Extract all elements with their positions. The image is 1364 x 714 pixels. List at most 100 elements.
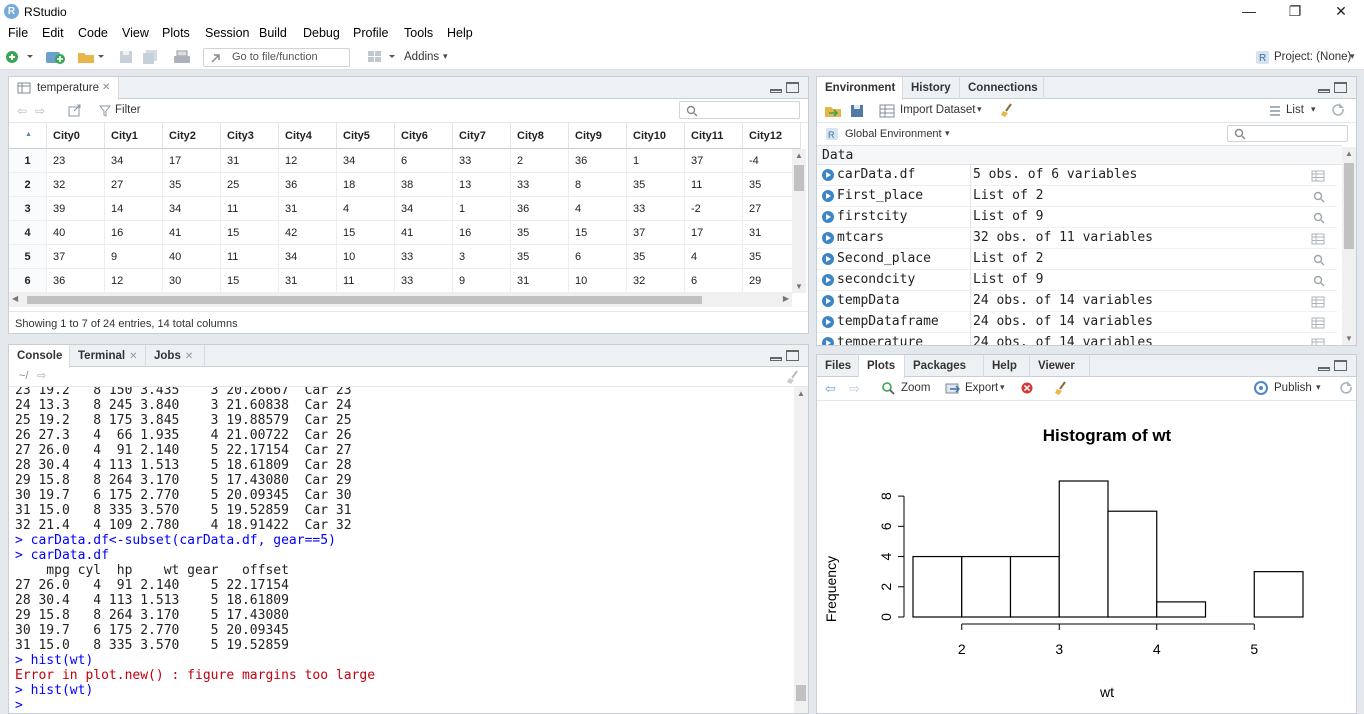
tab-help[interactable]: Help <box>984 355 1030 377</box>
close-tab-icon[interactable]: ✕ <box>102 77 110 99</box>
go-to-directory-icon[interactable]: ⇨ <box>37 369 46 382</box>
menu-debug[interactable]: Debug <box>303 26 340 40</box>
zoom-icon[interactable] <box>881 381 895 395</box>
menu-build[interactable]: Build <box>259 26 287 40</box>
column-header-city7[interactable]: City7 <box>453 123 511 149</box>
save-workspace-icon[interactable] <box>849 103 865 119</box>
list-view-icon[interactable] <box>1269 105 1281 117</box>
list-view-menu[interactable]: List <box>1286 104 1304 116</box>
data-search-input[interactable] <box>679 101 800 119</box>
menu-view[interactable]: View <box>122 26 149 40</box>
popout-icon[interactable] <box>67 104 83 118</box>
column-header-city12[interactable]: City12 <box>743 123 801 149</box>
menu-help[interactable]: Help <box>447 26 473 40</box>
env-item-firstcity[interactable]: firstcity List of 9 <box>817 207 1337 228</box>
refresh-plot-icon[interactable] <box>1335 380 1353 396</box>
save-all-icon[interactable] <box>142 49 160 65</box>
expand-arrow-icon[interactable] <box>822 253 834 265</box>
search-icon[interactable] <box>1313 275 1325 290</box>
env-item-tempdata[interactable]: tempData 24 obs. of 14 variables <box>817 291 1337 312</box>
export-icon[interactable] <box>945 381 961 395</box>
column-header-city10[interactable]: City10 <box>627 123 685 149</box>
import-dataset-icon[interactable] <box>879 103 895 119</box>
column-header-city3[interactable]: City3 <box>221 123 279 149</box>
project-chevron-down-icon[interactable]: ▾ <box>1350 51 1355 62</box>
refresh-icon[interactable] <box>1327 102 1349 118</box>
environment-search-input[interactable] <box>1227 125 1348 142</box>
publish-icon[interactable] <box>1254 381 1270 395</box>
env-item-second-place[interactable]: Second_place List of 2 <box>817 249 1337 270</box>
tab-files[interactable]: Files <box>817 355 859 377</box>
expand-arrow-icon[interactable] <box>822 295 834 307</box>
table-icon[interactable] <box>1311 170 1325 185</box>
column-header-city8[interactable]: City8 <box>511 123 569 149</box>
table-icon[interactable] <box>1311 296 1325 311</box>
source-minmax-icons[interactable] <box>770 82 800 94</box>
menu-file[interactable]: File <box>8 26 28 40</box>
menu-session[interactable]: Session <box>205 26 249 40</box>
clear-plots-broom-icon[interactable] <box>1053 380 1069 396</box>
tab-viewer[interactable]: Viewer <box>1030 355 1090 377</box>
table-icon[interactable] <box>1311 338 1325 345</box>
export-menu[interactable]: Export <box>965 382 998 394</box>
filter-icon[interactable] <box>99 105 111 117</box>
project-menu[interactable]: Project: (None) <box>1274 51 1351 63</box>
goto-file-function-input[interactable]: Go to file/function <box>203 48 350 67</box>
global-environment-menu[interactable]: Global Environment <box>845 128 942 140</box>
menu-edit[interactable]: Edit <box>42 26 64 40</box>
next-plot-icon[interactable]: ⇨ <box>849 381 860 397</box>
publish-menu[interactable]: Publish <box>1274 382 1312 394</box>
forward-arrow-icon[interactable]: ⇨ <box>35 104 45 118</box>
tab-packages[interactable]: Packages <box>905 355 984 377</box>
column-header-city11[interactable]: City11 <box>685 123 743 149</box>
environment-scrollbar[interactable]: ▲ ▼ <box>1342 147 1356 345</box>
tab-connections[interactable]: Connections <box>960 77 1044 99</box>
expand-arrow-icon[interactable] <box>822 337 834 345</box>
publish-chevron-down-icon[interactable]: ▾ <box>1316 382 1321 393</box>
plots-minmax-icons[interactable] <box>1318 360 1348 372</box>
clear-console-icon[interactable] <box>785 369 801 385</box>
scope-chevron-down-icon[interactable]: ▾ <box>945 128 950 139</box>
restore-button[interactable]: ❐ <box>1272 0 1318 24</box>
data-horizontal-scrollbar[interactable]: ◀ ▶ <box>9 293 792 307</box>
table-icon[interactable] <box>1311 233 1325 248</box>
column-header-city9[interactable]: City9 <box>569 123 627 149</box>
previous-plot-icon[interactable]: ⇦ <box>825 381 836 397</box>
new-project-icon[interactable] <box>44 49 68 65</box>
env-item-temperature[interactable]: temperature 24 obs. of 14 variables <box>817 333 1337 345</box>
search-icon[interactable] <box>1313 254 1325 269</box>
expand-arrow-icon[interactable] <box>822 190 834 202</box>
console-scrollbar[interactable]: ▲ <box>794 387 808 713</box>
list-chevron-down-icon[interactable]: ▾ <box>1311 104 1316 115</box>
column-header-city6[interactable]: City6 <box>395 123 453 149</box>
workspace-panes-icon[interactable] <box>366 49 398 65</box>
import-dataset-button[interactable]: Import Dataset <box>900 104 975 116</box>
close-tab-icon[interactable]: ✕ <box>129 351 137 362</box>
tab-environment[interactable]: Environment <box>817 77 903 100</box>
new-file-icon[interactable] <box>5 49 35 65</box>
tab-jobs[interactable]: Jobs ✕ <box>146 345 205 367</box>
open-file-icon[interactable] <box>76 49 108 65</box>
remove-plot-icon[interactable] <box>1021 382 1033 394</box>
row-number-header[interactable]: ▲ <box>9 123 47 149</box>
data-vertical-scrollbar[interactable]: ▲ ▼ <box>792 149 806 293</box>
env-item-first-place[interactable]: First_place List of 2 <box>817 186 1337 207</box>
load-workspace-icon[interactable] <box>823 103 843 119</box>
env-item-secondcity[interactable]: secondcity List of 9 <box>817 270 1337 291</box>
save-icon[interactable] <box>118 49 134 65</box>
expand-arrow-icon[interactable] <box>822 316 834 328</box>
column-header-city5[interactable]: City5 <box>337 123 395 149</box>
close-button[interactable]: ✕ <box>1318 0 1364 24</box>
console-output[interactable]: 23 19.2 8 150 3.435 3 20.26667 Car 23 24 … <box>9 387 794 713</box>
menu-tools[interactable]: Tools <box>404 26 433 40</box>
filter-button[interactable]: Filter <box>115 104 141 116</box>
menu-profile[interactable]: Profile <box>353 26 388 40</box>
console-minmax-icons[interactable] <box>770 350 800 362</box>
minimize-button[interactable]: — <box>1226 0 1272 24</box>
tab-console[interactable]: Console <box>9 345 70 368</box>
print-icon[interactable] <box>172 49 192 65</box>
environment-minmax-icons[interactable] <box>1318 82 1348 94</box>
tab-plots[interactable]: Plots <box>859 355 905 378</box>
search-icon[interactable] <box>1313 191 1325 206</box>
expand-arrow-icon[interactable] <box>822 211 834 223</box>
